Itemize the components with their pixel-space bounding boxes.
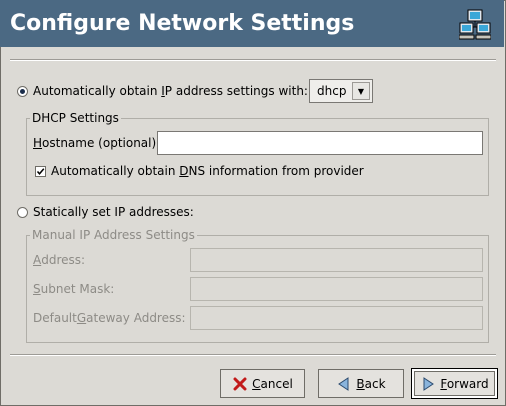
chevron-down-icon[interactable]: ▼: [352, 82, 370, 100]
page-title: Configure Network Settings: [10, 11, 355, 36]
manual-ip-label: Manual IP Address Settings: [30, 228, 197, 242]
back-button[interactable]: Back: [318, 369, 404, 398]
address-label: Address:: [33, 253, 86, 267]
address-input[interactable]: [190, 248, 483, 272]
hostname-input[interactable]: [157, 131, 483, 155]
arrow-left-icon: [338, 376, 349, 391]
radio-selected-icon[interactable]: [17, 85, 28, 97]
subnet-label: Subnet Mask:: [33, 282, 115, 296]
hostname-label: Hostname (optional):: [33, 136, 161, 150]
subnet-input[interactable]: [190, 277, 483, 301]
dns-label: Automatically obtain DNS information fro…: [51, 164, 364, 178]
auto-ip-label: Automatically obtain IP address settings…: [33, 84, 308, 98]
separator: [10, 59, 496, 61]
header-bar: Configure Network Settings: [0, 0, 504, 47]
method-select[interactable]: dhcp ▼: [309, 79, 373, 103]
back-label: Back: [356, 376, 386, 391]
arrow-right-icon: [423, 376, 435, 391]
separator: [10, 354, 496, 356]
gateway-label: Default Gateway Address:: [33, 311, 186, 325]
dhcp-settings-label: DHCP Settings: [30, 111, 121, 125]
dns-checkbox[interactable]: Automatically obtain DNS information fro…: [35, 164, 364, 178]
cancel-icon: [233, 377, 247, 390]
forward-button[interactable]: Forward: [411, 368, 498, 399]
radio-unselected-icon[interactable]: [17, 206, 28, 218]
checkbox-checked-icon[interactable]: [35, 165, 46, 177]
dhcp-settings-group: [26, 118, 489, 196]
method-select-value: dhcp: [317, 84, 347, 98]
static-ip-radio[interactable]: Statically set IP addresses:: [17, 205, 194, 219]
network-icon: [459, 9, 491, 40]
auto-ip-radio[interactable]: Automatically obtain IP address settings…: [17, 84, 308, 98]
static-ip-label: Statically set IP addresses:: [33, 205, 194, 219]
cancel-label: Cancel: [252, 376, 293, 391]
forward-label: Forward: [440, 376, 489, 391]
cancel-button[interactable]: Cancel: [220, 369, 305, 398]
gateway-input[interactable]: [190, 306, 483, 330]
